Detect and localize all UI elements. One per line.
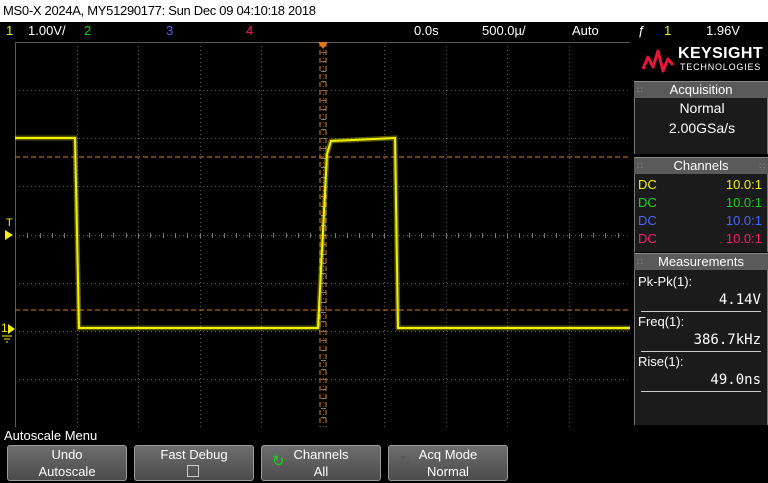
ch4-number[interactable]: 4 — [246, 22, 253, 40]
ch2-number[interactable]: 2 — [84, 22, 91, 40]
sample-rate: 2.00GSa/s — [668, 120, 736, 136]
acquisition-header[interactable]: ∷ Acquisition — [634, 81, 768, 98]
softkey-sublabel: Normal — [427, 464, 469, 479]
trigger-slope-icon: ƒ — [638, 23, 646, 38]
trigger-level-marker[interactable]: T — [3, 217, 15, 240]
channel-row-2[interactable]: DC 10.0:1 — [638, 193, 764, 212]
ch4-probe: 10.0:1 — [725, 231, 762, 246]
ch3-probe: 10.0:1 — [725, 213, 762, 228]
divider — [641, 351, 761, 352]
menu-title: Autoscale Menu — [0, 428, 768, 444]
grip-icon: ∷ — [637, 257, 643, 267]
grip-icon: ∷ — [637, 85, 643, 95]
ch1-ground-marker[interactable]: 1 — [0, 319, 15, 343]
side-panel: KEYSIGHT TECHNOLOGIES ∷ Acquisition Norm… — [634, 42, 768, 427]
channel-row-1[interactable]: DC 10.0:1 — [638, 175, 764, 194]
ch2-coupling: DC — [638, 195, 657, 210]
time-scale[interactable]: 500.0µ/ — [482, 22, 526, 40]
status-bar: 1 1.00V/ 2 3 4 0.0s 500.0µ/ Auto ƒ 1 1.9… — [0, 22, 768, 40]
trigger-source[interactable]: 1 — [664, 22, 671, 40]
softkey-sublabel: All — [313, 464, 329, 479]
keysight-logo: KEYSIGHT TECHNOLOGIES — [634, 42, 768, 80]
ch1-waveform — [15, 136, 630, 329]
divider — [641, 391, 761, 392]
measurements-body: Pk-Pk(1): 4.14V Freq(1): 386.7kHz Rise(1… — [634, 270, 768, 425]
trigger-mode[interactable]: Auto — [572, 22, 599, 40]
freq-label[interactable]: Freq(1): — [638, 314, 684, 329]
acquisition-mode: Normal — [679, 100, 725, 116]
trigger-level[interactable]: 1.96V — [706, 22, 740, 40]
softkey-label: Acq Mode — [418, 447, 478, 462]
divider — [641, 311, 761, 312]
checkbox-icon — [187, 465, 199, 477]
trigger-marker-label: T — [6, 217, 13, 229]
rise-label[interactable]: Rise(1): — [638, 354, 684, 369]
channels-title: Channels — [673, 158, 729, 173]
channels-softkey[interactable]: ↻ Channels All — [261, 445, 381, 481]
ch3-number[interactable]: 3 — [166, 22, 173, 40]
pkpk-value: 4.14V — [718, 292, 761, 308]
ground-arrow-icon — [8, 324, 15, 334]
pkpk-label[interactable]: Pk-Pk(1): — [638, 274, 692, 289]
ch2-probe: 10.0:1 — [725, 195, 762, 210]
waveform-display[interactable] — [15, 42, 630, 427]
acquisition-body: Normal 2.00GSa/s — [634, 98, 768, 154]
softkey-label: Undo — [51, 447, 83, 462]
brand-subtitle: TECHNOLOGIES — [680, 62, 762, 72]
rise-value: 49.0ns — [710, 372, 761, 388]
graticule — [15, 42, 630, 427]
keysight-wave-icon — [642, 49, 675, 73]
ground-symbol-icon — [2, 335, 12, 343]
softkey-label: Fast Debug — [160, 447, 228, 462]
window-title: MS0-X 2024A, MY51290177: Sun Dec 09 04:1… — [0, 0, 768, 22]
ch1-probe: 10.0:1 — [725, 177, 762, 192]
freq-value: 386.7kHz — [693, 332, 761, 348]
channel-row-3[interactable]: DC 10.0:1 — [638, 211, 764, 230]
channels-header[interactable]: ∷ Channels ∷ — [634, 157, 768, 174]
ch3-coupling: DC — [638, 213, 657, 228]
grip-icon: ∷ — [759, 161, 765, 171]
ground-marker-label: 1 — [1, 321, 8, 335]
time-delay[interactable]: 0.0s — [414, 22, 439, 40]
measurements-title: Measurements — [658, 254, 744, 269]
channels-body: DC 10.0:1 DC 10.0:1 DC 10.0:1 DC 10.0:1 — [634, 174, 768, 252]
undo-autoscale-button[interactable]: Undo Autoscale — [7, 445, 127, 481]
ch1-number[interactable]: 1 — [6, 22, 13, 40]
trigger-arrow-icon — [5, 230, 13, 240]
grip-icon: ∷ — [637, 161, 643, 171]
softkey-bar: Undo Autoscale Fast Debug ↻ Channels All… — [0, 444, 768, 483]
acq-mode-softkey[interactable]: ↻ Acq Mode Normal — [388, 445, 508, 481]
fast-debug-button[interactable]: Fast Debug — [134, 445, 254, 481]
channel-row-4[interactable]: DC 10.0:1 — [638, 229, 764, 248]
measurements-header[interactable]: ∷ Measurements — [634, 253, 768, 270]
ch1-coupling: DC — [638, 177, 657, 192]
softkey-label: Channels — [293, 447, 349, 462]
softkey-sublabel: Autoscale — [38, 464, 96, 479]
ch1-scale[interactable]: 1.00V/ — [28, 22, 66, 40]
brand-name: KEYSIGHT — [678, 45, 763, 62]
ch4-coupling: DC — [638, 231, 657, 246]
acquisition-title: Acquisition — [669, 82, 733, 97]
